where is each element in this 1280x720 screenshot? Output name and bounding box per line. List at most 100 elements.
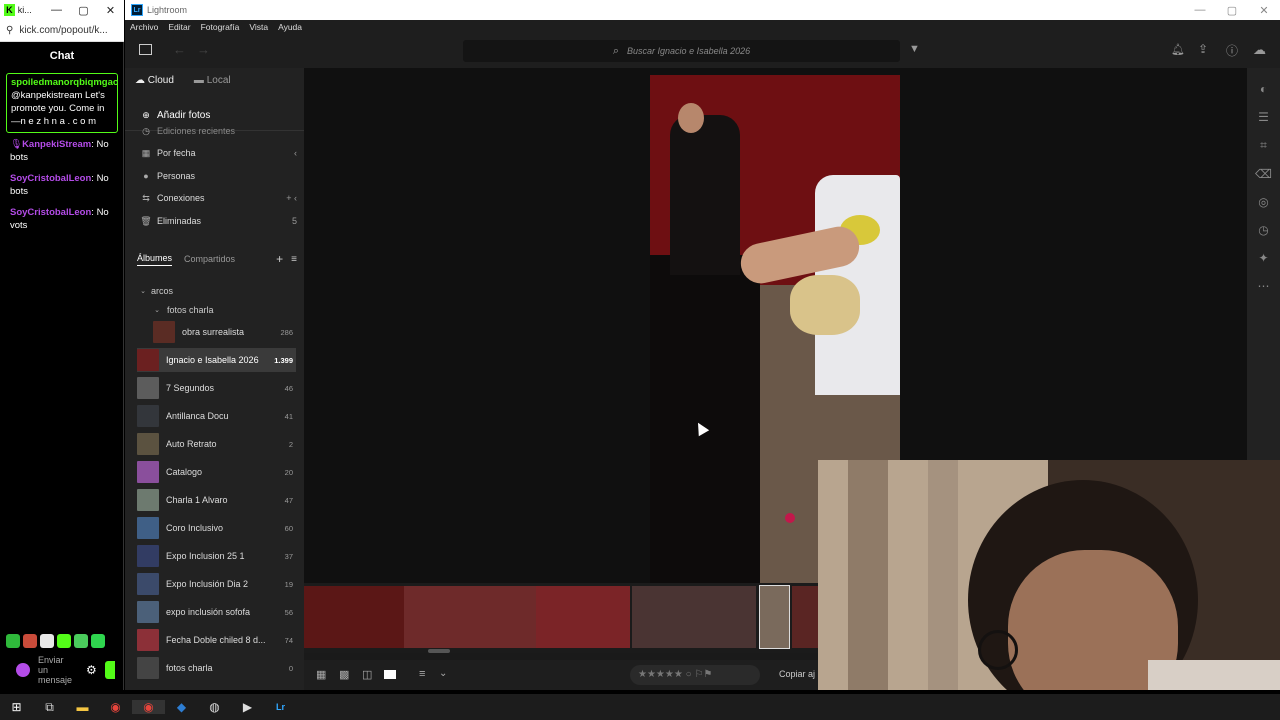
maximize-button[interactable]: ▢ (70, 4, 97, 17)
emote-icon[interactable] (57, 634, 71, 648)
album-item[interactable]: Expo Inclusion 25 1 37 (137, 544, 296, 568)
menu-vista[interactable]: Vista (249, 22, 268, 32)
album-item[interactable]: Fecha Doble chiled 8 d... 74 (137, 628, 296, 652)
close-button[interactable]: ✕ (1248, 4, 1280, 17)
nav-por-fecha[interactable]: ▦ Por fecha ‹ (139, 145, 297, 161)
history-icon[interactable]: ◷ (1247, 223, 1280, 237)
album-item[interactable]: fotos charla 0 (137, 656, 296, 680)
nav-eliminadas[interactable]: 🗑︎ Eliminadas 5 (139, 213, 297, 229)
nav-conexiones[interactable]: ⇆ Conexiones + ‹ (139, 190, 297, 206)
chat-username[interactable]: SoyCristobalLeon (10, 207, 91, 218)
more-icon[interactable]: ⋯ (1247, 279, 1280, 293)
forward-arrow-icon[interactable]: → (197, 42, 210, 57)
back-arrow-icon[interactable]: ← (173, 42, 186, 57)
detail-view-icon[interactable] (384, 670, 396, 679)
album-item[interactable]: Ignacio e Isabella 2026 1.399 (137, 348, 296, 372)
chevron-down-icon[interactable]: ⌄ (139, 287, 147, 295)
maximize-button[interactable]: ▢ (1216, 4, 1248, 17)
minimize-button[interactable]: — (43, 4, 70, 16)
add-album-icon[interactable]: + (276, 252, 283, 266)
copy-settings-button[interactable]: Copiar aj (779, 669, 815, 679)
album-item[interactable]: Auto Retrato 2 (137, 432, 296, 456)
send-button[interactable] (104, 661, 115, 679)
film-thumb[interactable] (632, 586, 756, 648)
nav-personas[interactable]: ● Personas (139, 168, 297, 184)
menu-ayuda[interactable]: Ayuda (278, 22, 302, 32)
help-icon[interactable]: ⓘ (1226, 42, 1238, 59)
album-item[interactable]: obra surrealista 286 (153, 320, 296, 344)
chevron-left-icon[interactable]: ‹ (294, 148, 297, 158)
menu-editar[interactable]: Editar (168, 22, 190, 32)
pinned-username[interactable]: spoiledmanorqbiqmgaohq (11, 77, 117, 88)
chrome-icon[interactable]: ◉ (99, 700, 132, 714)
media-player-icon[interactable]: ▶ (231, 700, 264, 714)
reject-circle-icon[interactable]: ○ (686, 669, 692, 680)
square-grid-icon[interactable]: ▩ (339, 668, 349, 681)
tab-albumes[interactable]: Álbumes (137, 253, 173, 266)
windows-icon[interactable]: ⊞ (0, 700, 33, 714)
filter-icon[interactable]: ▼ (909, 43, 920, 55)
grid-view-icon[interactable]: ▦ (316, 668, 326, 681)
tab-compartidos[interactable]: Compartidos (184, 254, 235, 264)
site-info-icon[interactable]: ⚲ (6, 25, 13, 36)
album-item[interactable]: Antillanca Docu 41 (137, 404, 296, 428)
filmstrip-scrollbar[interactable] (428, 649, 450, 653)
task-view-icon[interactable]: ⧉ (33, 700, 66, 715)
film-thumb[interactable] (536, 586, 630, 648)
chevron-down-icon[interactable]: ⌄ (151, 306, 163, 314)
crop-icon[interactable]: ⌗ (1247, 138, 1280, 153)
chevron-down-icon[interactable]: ⌄ (439, 668, 447, 679)
share-icon[interactable]: ⇪ (1198, 42, 1208, 56)
add-photos-button[interactable]: ⊕ Añadir fotos (139, 107, 297, 123)
emote-icon[interactable] (74, 634, 88, 648)
compare-view-icon[interactable]: ◫ (362, 668, 372, 681)
tab-cloud[interactable]: ☁ Cloud (135, 75, 174, 86)
recent-edits-item[interactable]: ◷ Ediciones recientes (139, 126, 297, 136)
album-item[interactable]: Expo Inclusión Dia 2 19 (137, 572, 296, 596)
lightroom-icon[interactable]: Lr (264, 702, 297, 712)
edit-icon[interactable]: ◐ (1247, 82, 1280, 96)
app-icon[interactable]: ◆ (165, 700, 198, 714)
obs-icon[interactable]: ◍ (198, 700, 231, 714)
film-thumb[interactable] (304, 586, 404, 648)
emote-icon[interactable] (23, 634, 37, 648)
emote-icon[interactable] (91, 634, 105, 648)
add-connection-icon[interactable]: + ‹ (286, 193, 297, 203)
flag-icon[interactable]: ⚐⚑ (694, 669, 712, 680)
chrome-icon[interactable]: ◉ (132, 700, 165, 714)
sort-icon[interactable]: ≡ (291, 254, 297, 265)
masking-icon[interactable]: ◎ (1247, 195, 1280, 209)
minimize-button[interactable]: — (1184, 4, 1216, 16)
file-explorer-icon[interactable]: ▬ (66, 700, 99, 714)
panel-toggle-icon[interactable] (139, 44, 152, 55)
cloud-icon[interactable]: ☁ (1253, 42, 1266, 58)
address-bar[interactable]: ⚲ kick.com/popout/k... (0, 20, 124, 42)
emote-icon[interactable] (40, 634, 54, 648)
presets-icon[interactable]: ✦ (1247, 251, 1280, 265)
film-thumb[interactable] (404, 586, 536, 648)
album-item[interactable]: expo inclusión sofofa 56 (137, 600, 296, 624)
mic-icon[interactable] (16, 663, 30, 677)
emote-icon[interactable] (6, 634, 20, 648)
chat-input[interactable]: Enviar un mensaje (38, 655, 76, 685)
search-input[interactable]: ⌕ Buscar Ignacio e Isabella 2026 (463, 40, 900, 62)
close-button[interactable]: ✕ (97, 4, 124, 17)
chat-username[interactable]: SoyCristobalLeon (10, 173, 91, 184)
album-item[interactable]: Catalogo 20 (137, 460, 296, 484)
gear-icon[interactable]: ⚙ (86, 663, 97, 677)
healing-icon[interactable]: ⌫ (1247, 167, 1280, 181)
folder-fotos-charla[interactable]: ⌄ fotos charla (151, 302, 309, 318)
star-rating-icon[interactable]: ★★★★★ (638, 669, 683, 680)
adjust-sliders-icon[interactable]: ☰ (1247, 110, 1280, 124)
tab-local[interactable]: ▬ Local (194, 75, 231, 86)
bell-icon[interactable]: 🔔︎ (1171, 43, 1185, 56)
chat-username[interactable]: KanpekiStream (22, 139, 91, 150)
menu-archivo[interactable]: Archivo (130, 22, 158, 32)
album-item[interactable]: Charla 1 Alvaro 47 (137, 488, 296, 512)
menu-fotografia[interactable]: Fotografía (201, 22, 240, 32)
album-item[interactable]: 7 Segundos 46 (137, 376, 296, 400)
folder-arcos[interactable]: ⌄ arcos (139, 283, 297, 299)
film-thumb-selected[interactable] (759, 585, 790, 649)
sort-icon[interactable]: ≡ (419, 668, 425, 680)
album-item[interactable]: Coro Inclusivo 60 (137, 516, 296, 540)
